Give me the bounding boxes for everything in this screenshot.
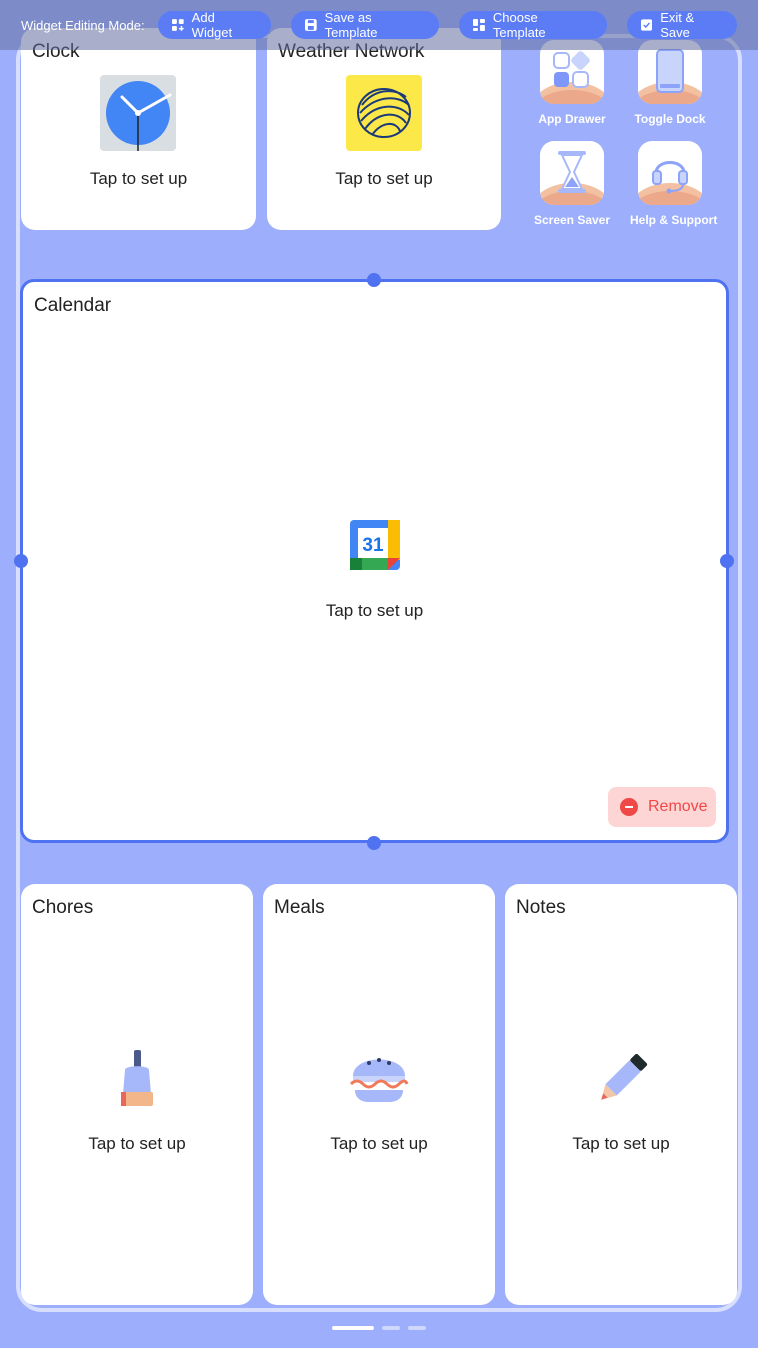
exit-and-save-label: Exit & Save [660,10,695,40]
exit-and-save-button[interactable]: Exit & Save [627,10,737,40]
toggle-dock-icon [656,49,684,93]
pencil-icon [593,1053,649,1111]
app-drawer-icon [553,51,590,88]
screen-saver-label: Screen Saver [533,213,611,227]
broom-icon [115,1048,159,1113]
clock-icon [100,75,176,156]
google-calendar-icon: 31 [348,518,402,577]
choose-template-button[interactable]: Choose Template [459,10,607,40]
hourglass-icon [558,151,586,193]
weather-network-widget[interactable]: Weather Network Tap to set up [267,28,501,230]
remove-widget-button[interactable]: Remove [608,787,716,827]
app-drawer-shortcut[interactable]: App Drawer [532,40,612,126]
help-support-tile [638,141,702,205]
grid-icon [473,19,485,31]
add-widget-button[interactable]: Add Widget [158,10,271,40]
resize-handle-right[interactable] [720,554,734,568]
page-indicator-3[interactable] [408,1326,426,1330]
save-as-template-label: Save as Template [324,10,378,40]
resize-handle-bottom[interactable] [367,836,381,850]
remove-icon [620,798,638,816]
page-indicator-active[interactable] [332,1326,374,1330]
meals-widget-title: Meals [274,897,325,918]
save-icon [305,19,317,31]
meals-setup-text: Tap to set up [330,1134,428,1153]
check-icon [641,19,653,31]
notes-widget[interactable]: Notes Tap to set up [505,884,737,1305]
notes-widget-title: Notes [516,897,566,918]
notes-setup-text: Tap to set up [572,1134,670,1153]
app-drawer-label: App Drawer [538,112,606,126]
save-as-template-button[interactable]: Save as Template [291,10,439,40]
help-support-label: Help & Support [630,213,718,227]
toggle-dock-label: Toggle Dock [634,112,706,126]
meals-widget[interactable]: Meals Tap to set up [263,884,495,1305]
chores-widget-title: Chores [32,897,94,918]
choose-template-label: Choose Template [492,10,546,40]
calendar-setup-text: Tap to set up [325,601,424,620]
resize-handle-left[interactable] [14,554,28,568]
screen-saver-shortcut[interactable]: Screen Saver [532,141,612,227]
help-support-shortcut[interactable]: Help & Support [630,141,718,227]
calendar-widget-title: Calendar [34,295,112,316]
toggle-dock-shortcut[interactable]: Toggle Dock [630,40,710,126]
headset-icon [652,161,688,194]
add-widget-label: Add Widget [191,10,233,40]
clock-widget[interactable]: Clock Tap to set up [21,28,256,230]
screen-saver-tile [540,141,604,205]
chores-setup-text: Tap to set up [88,1134,186,1153]
burger-icon [349,1050,409,1113]
weather-setup-text: Tap to set up [335,169,433,188]
weather-network-icon [346,75,422,156]
clock-setup-text: Tap to set up [89,169,188,188]
widget-editing-toolbar: Widget Editing Mode: Add Widget Save as … [0,0,758,50]
resize-handle-top[interactable] [367,273,381,287]
calendar-icon-date: 31 [362,535,384,556]
chores-widget[interactable]: Chores Tap to set up [21,884,253,1305]
remove-button-label: Remove [648,798,708,815]
grid-plus-icon [172,19,184,31]
editing-mode-label: Widget Editing Mode: [21,18,145,33]
page-indicator-2[interactable] [382,1326,400,1330]
calendar-widget[interactable]: Calendar 31 Tap to set up Remove [20,279,729,843]
